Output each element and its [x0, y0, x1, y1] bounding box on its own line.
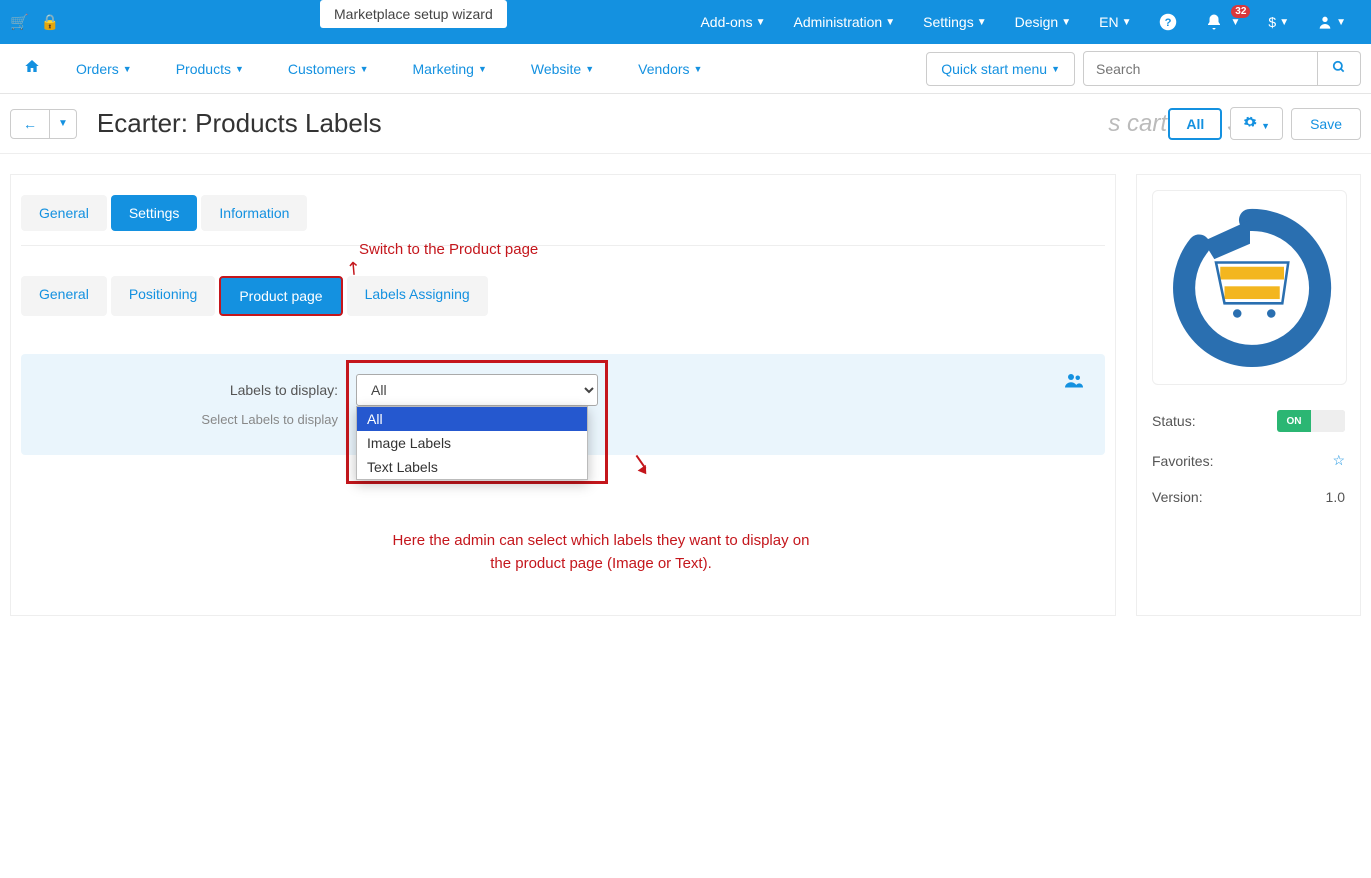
favorites-label: Favorites: [1152, 453, 1213, 469]
annotation-1: Switch to the Product page [359, 241, 538, 258]
nav-orders[interactable]: Orders▼ [54, 61, 154, 77]
option-image-labels[interactable]: Image Labels [357, 431, 587, 455]
arrow-2 [634, 454, 649, 474]
page-title: Ecarter: Products Labels [97, 108, 382, 139]
all-button[interactable]: All [1168, 108, 1222, 140]
quick-start-button[interactable]: Quick start menu▼ [926, 52, 1075, 86]
notifications-icon[interactable]: 32 ▼ [1205, 13, 1240, 31]
top-addons[interactable]: Add-ons▼ [700, 14, 765, 30]
home-icon[interactable] [10, 58, 54, 79]
sub-tabs: General Positioning Product page Labels … [21, 276, 1105, 316]
subtab-positioning[interactable]: Positioning [111, 276, 216, 316]
form-panel: Labels to display: All All Image Labels … [21, 354, 1105, 455]
nav-customers[interactable]: Customers▼ [266, 61, 391, 77]
cart-icon[interactable]: 🛒 [10, 13, 29, 31]
navbar: Orders▼ Products▼ Customers▼ Marketing▼ … [0, 44, 1371, 94]
wizard-button[interactable]: Marketplace setup wizard [320, 0, 507, 28]
addon-logo [1152, 190, 1347, 385]
svg-text:?: ? [1165, 17, 1172, 29]
top-lang[interactable]: EN▼ [1099, 14, 1131, 30]
titlebar: ← ▼ Ecarter: Products Labels s cart emo … [0, 94, 1371, 154]
subtab-product-page[interactable]: Product page [219, 276, 342, 316]
labels-display-sublabel: Select Labels to display [46, 412, 356, 427]
save-button[interactable]: Save [1291, 108, 1361, 140]
content-panel: General Settings Information General Pos… [10, 174, 1116, 616]
nav-products[interactable]: Products▼ [154, 61, 266, 77]
top-currency[interactable]: $▼ [1268, 14, 1289, 30]
main-tabs: General Settings Information [21, 195, 1105, 231]
help-icon[interactable]: ? [1159, 13, 1177, 31]
user-icon[interactable]: ▼ [1317, 14, 1346, 30]
tab-settings[interactable]: Settings [111, 195, 198, 231]
labels-dropdown: All Image Labels Text Labels [356, 406, 588, 480]
people-icon[interactable] [1065, 372, 1083, 393]
subtab-labels-assigning[interactable]: Labels Assigning [347, 276, 488, 316]
status-toggle[interactable]: ON [1277, 410, 1345, 432]
labels-display-select[interactable]: All [356, 374, 598, 406]
notif-badge: 32 [1231, 5, 1250, 18]
top-design[interactable]: Design▼ [1015, 14, 1072, 30]
back-dropdown[interactable]: ▼ [50, 109, 77, 139]
star-icon[interactable]: ☆ [1332, 452, 1345, 469]
tab-information[interactable]: Information [201, 195, 307, 231]
search-button[interactable] [1318, 51, 1361, 86]
version-value: 1.0 [1326, 489, 1345, 505]
nav-website[interactable]: Website▼ [509, 61, 616, 77]
subtab-general[interactable]: General [21, 276, 107, 316]
tab-general[interactable]: General [21, 195, 107, 231]
nav-vendors[interactable]: Vendors▼ [616, 61, 724, 77]
nav-marketing[interactable]: Marketing▼ [391, 61, 509, 77]
sidebar: Status: ON Favorites: ☆ Version: 1.0 [1136, 174, 1361, 616]
lock-icon[interactable]: 🔒 [41, 13, 60, 31]
annotation-2: Here the admin can select which labels t… [381, 530, 821, 575]
topbar: 🛒 🔒 Marketplace setup wizard Add-ons▼ Ad… [0, 0, 1371, 44]
gear-button[interactable]: ▼ [1230, 107, 1283, 140]
search-input[interactable] [1083, 51, 1318, 86]
back-button[interactable]: ← [10, 109, 50, 139]
labels-display-label: Labels to display: [46, 382, 356, 398]
top-administration[interactable]: Administration▼ [794, 14, 896, 30]
option-all[interactable]: All [357, 407, 587, 431]
option-text-labels[interactable]: Text Labels [357, 455, 587, 479]
status-label: Status: [1152, 413, 1196, 429]
top-settings[interactable]: Settings▼ [923, 14, 987, 30]
version-label: Version: [1152, 489, 1203, 505]
